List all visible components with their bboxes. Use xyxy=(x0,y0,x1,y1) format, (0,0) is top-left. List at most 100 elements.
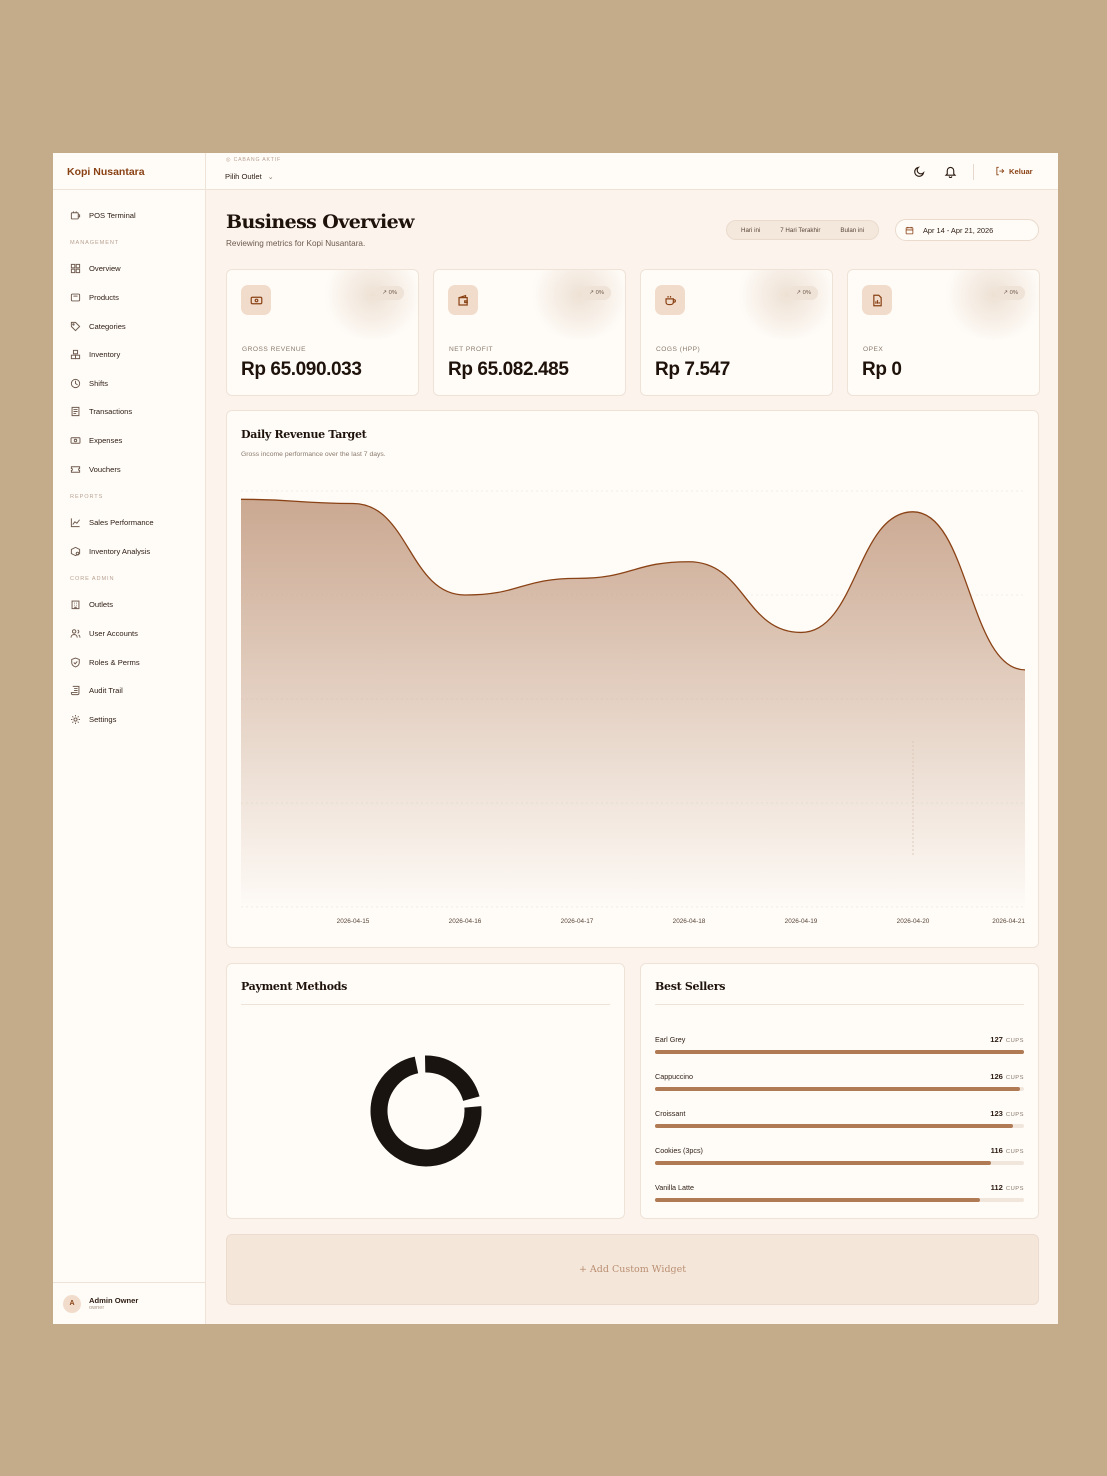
sidebar-item-label: Products xyxy=(89,292,119,302)
branch-label: ◎ CABANG AKTIF xyxy=(226,157,281,163)
x-tick-label: 2026-04-19 xyxy=(785,918,818,925)
tag-icon xyxy=(70,321,81,331)
ticket-icon xyxy=(70,465,81,473)
sidebar-item-inventory[interactable]: Inventory xyxy=(53,340,205,369)
user-profile[interactable]: A Admin Owner owner xyxy=(53,1282,205,1324)
logout-button[interactable]: Keluar xyxy=(995,166,1033,176)
chevron-down-icon: ⌄ xyxy=(267,173,274,181)
kpi-icon-box xyxy=(862,285,892,315)
panel-title: Payment Methods xyxy=(241,980,348,993)
date-range-picker[interactable]: Apr 14 - Apr 21, 2026 xyxy=(895,219,1039,241)
change-badge: ↗ 0% xyxy=(996,286,1025,300)
sidebar-item-label: Shifts xyxy=(89,378,108,388)
best-seller-bar-track xyxy=(655,1050,1024,1054)
tab-last-7-days[interactable]: 7 Hari Terakhir xyxy=(770,227,830,234)
banknote-icon xyxy=(70,437,81,444)
outlet-select-value: Pilih Outlet xyxy=(225,172,262,181)
kpi-label: NET PROFIT xyxy=(449,346,494,353)
line-chart-icon xyxy=(70,518,81,528)
sidebar-item-roles-perms[interactable]: Roles & Perms xyxy=(53,648,205,677)
sidebar-item-sales-performance[interactable]: Sales Performance xyxy=(53,508,205,537)
best-seller-count: 126 CUPS xyxy=(990,1072,1024,1081)
kpi-card-gross-revenue: ↗ 0% GROSS REVENUE Rp 65.090.033 xyxy=(226,269,419,396)
building-icon xyxy=(71,600,80,610)
sidebar-item-settings[interactable]: Settings xyxy=(53,705,205,734)
page-subtitle: Reviewing metrics for Kopi Nusantara. xyxy=(226,239,366,248)
card-glow xyxy=(525,270,625,340)
change-value: 0% xyxy=(595,290,604,296)
best-seller-row: Cappuccino 126 CUPS xyxy=(655,1072,1024,1096)
sidebar-item-label: Inventory xyxy=(89,350,121,360)
kpi-card-cogs: ↗ 0% COGS (HPP) Rp 7.547 xyxy=(640,269,833,396)
sidebar-item-label: User Accounts xyxy=(89,628,138,638)
best-sellers-panel: Best Sellers Earl Grey 127 CUPS Cappuccino 1… xyxy=(640,963,1039,1219)
sidebar-item-pos-terminal[interactable]: POS Terminal xyxy=(53,201,205,230)
sidebar-section-reports: REPORTS xyxy=(70,493,104,500)
x-tick-label: 2026-04-15 xyxy=(337,918,370,925)
sidebar-item-label: Categories xyxy=(89,321,126,331)
sidebar-item-label: POS Terminal xyxy=(89,210,136,220)
sidebar-item-user-accounts[interactable]: User Accounts xyxy=(53,619,205,648)
bell-icon xyxy=(944,166,957,179)
best-seller-bar-fill xyxy=(655,1161,991,1165)
sidebar-section-management: MANAGEMENT xyxy=(70,240,120,247)
x-tick-label: 2026-04-16 xyxy=(449,918,482,925)
coffee-icon xyxy=(664,295,676,305)
grid-icon xyxy=(70,264,81,274)
package-search-icon xyxy=(70,546,81,556)
date-range-value: Apr 14 - Apr 21, 2026 xyxy=(923,225,994,235)
sidebar-item-transactions[interactable]: Transactions xyxy=(53,398,205,427)
card-glow xyxy=(939,270,1039,340)
tab-today[interactable]: Hari ini xyxy=(731,227,770,234)
sidebar-section-core-admin: CORE ADMIN xyxy=(70,576,115,583)
best-seller-count: 116 CUPS xyxy=(990,1146,1024,1155)
best-seller-bar-track xyxy=(655,1198,1024,1202)
donut-slice[interactable] xyxy=(370,1055,482,1167)
notifications-button[interactable] xyxy=(944,165,957,179)
sidebar-item-label: Sales Performance xyxy=(89,518,154,528)
x-tick-label: 2026-04-18 xyxy=(673,918,706,925)
theme-toggle-button[interactable] xyxy=(913,165,926,178)
x-tick-label: 2026-04-17 xyxy=(561,918,594,925)
kpi-card-opex: ↗ 0% OPEX Rp 0 xyxy=(847,269,1040,396)
change-badge: ↗ 0% xyxy=(582,286,611,300)
sidebar-item-label: Audit Trail xyxy=(89,686,123,696)
sidebar-item-label: Roles & Perms xyxy=(89,657,140,667)
best-seller-unit: CUPS xyxy=(1005,1149,1024,1155)
outlet-select[interactable]: Pilih Outlet ⌄ xyxy=(225,172,274,181)
calendar-icon xyxy=(905,226,914,234)
payment-donut-chart xyxy=(370,1055,482,1167)
x-tick-label: 2026-04-21 xyxy=(992,918,1025,925)
sidebar-item-vouchers[interactable]: Vouchers xyxy=(53,455,205,484)
sidebar-item-shifts[interactable]: Shifts xyxy=(53,369,205,398)
topbar: ◎ CABANG AKTIF Pilih Outlet ⌄ Keluar xyxy=(206,153,1058,190)
sidebar-nav: POS Terminal MANAGEMENT Overview Product… xyxy=(53,190,205,734)
best-seller-row: Croissant 123 CUPS xyxy=(655,1109,1024,1133)
page-title: Business Overview xyxy=(226,211,414,233)
sidebar-item-outlets[interactable]: Outlets xyxy=(53,591,205,620)
kpi-value: Rp 0 xyxy=(862,359,902,380)
sidebar-item-label: Transactions xyxy=(89,407,133,417)
revenue-area-chart: 2026-04-15 2026-04-16 2026-04-17 2026-04-18… xyxy=(240,490,1025,925)
best-seller-row: Cookies (3pcs) 116 CUPS xyxy=(655,1146,1024,1170)
sidebar-item-categories[interactable]: Categories xyxy=(53,312,205,341)
change-badge: ↗ 0% xyxy=(375,286,404,300)
add-custom-widget-button[interactable]: + Add Custom Widget xyxy=(226,1234,1039,1305)
sidebar-item-audit-trail[interactable]: Audit Trail xyxy=(53,676,205,705)
kpi-label: OPEX xyxy=(863,346,884,353)
brand-logo[interactable]: Kopi Nusantara xyxy=(53,153,205,190)
sidebar-item-label: Expenses xyxy=(89,435,123,445)
best-seller-unit: CUPS xyxy=(1005,1075,1024,1081)
best-seller-bar-fill xyxy=(655,1124,1013,1128)
sidebar-item-inventory-analysis[interactable]: Inventory Analysis xyxy=(53,537,205,566)
kpi-icon-box xyxy=(448,285,478,315)
sidebar-item-overview[interactable]: Overview xyxy=(53,255,205,284)
sidebar-item-expenses[interactable]: Expenses xyxy=(53,426,205,455)
sidebar-item-products[interactable]: Products xyxy=(53,283,205,312)
tab-this-month[interactable]: Bulan ini xyxy=(830,227,874,234)
kpi-card-net-profit: ↗ 0% NET PROFIT Rp 65.082.485 xyxy=(433,269,626,396)
scroll-icon xyxy=(70,686,80,696)
best-seller-unit: CUPS xyxy=(1005,1112,1024,1118)
best-seller-bar-fill xyxy=(655,1198,980,1202)
clock-icon xyxy=(70,378,81,388)
